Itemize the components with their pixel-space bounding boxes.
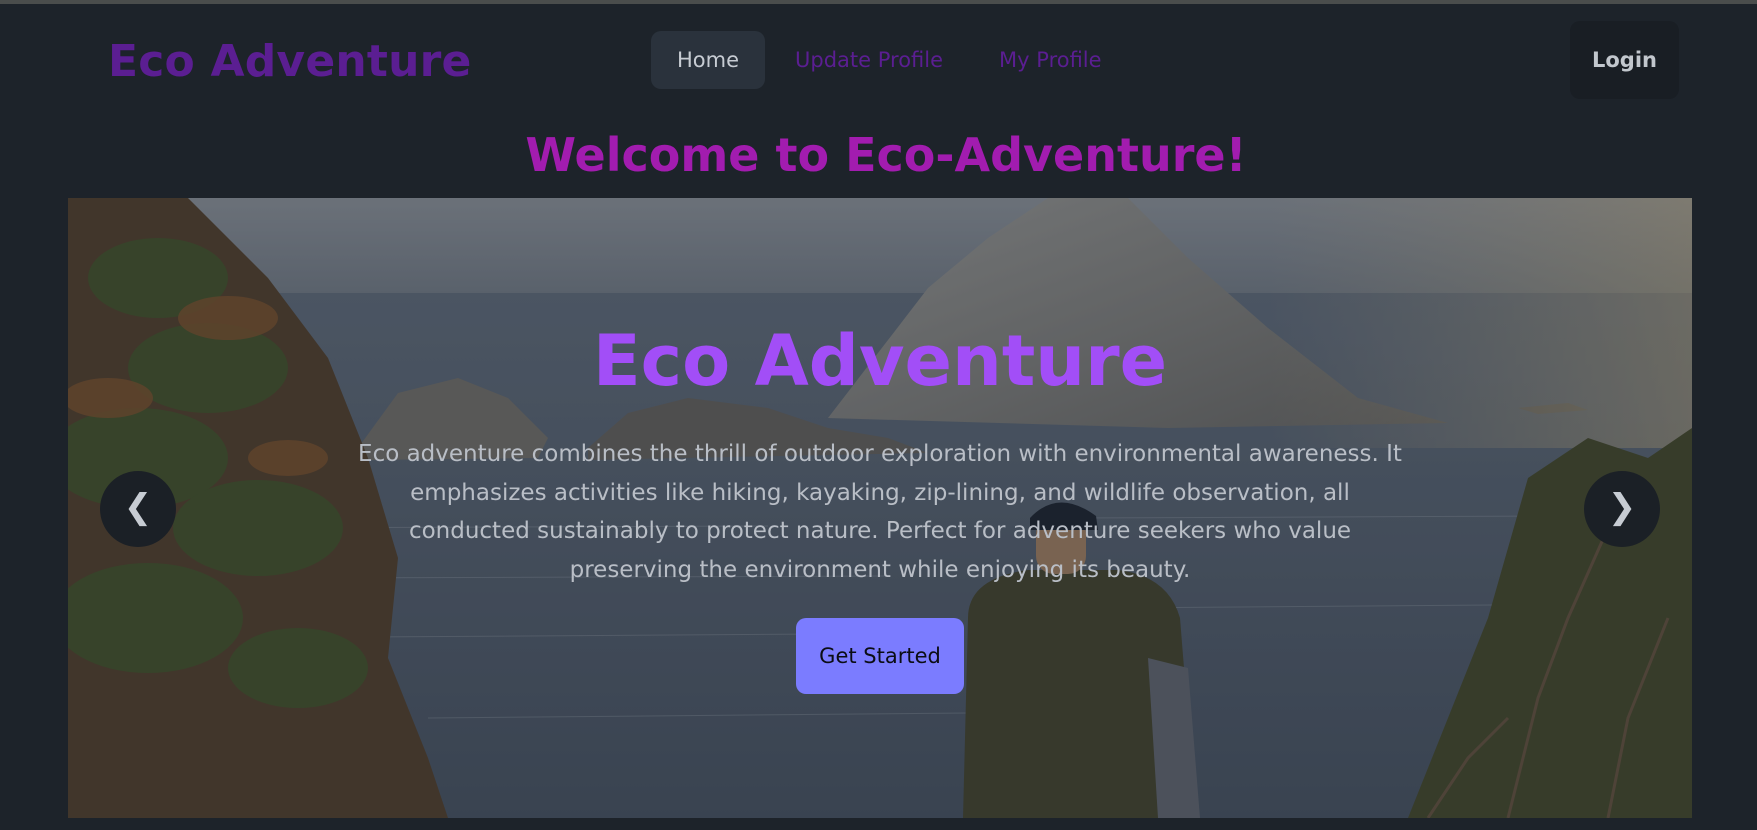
nav-item-my-profile[interactable]: My Profile bbox=[973, 31, 1128, 89]
chevron-left-icon: ❮ bbox=[123, 487, 153, 527]
nav-menu: Home Update Profile My Profile bbox=[651, 31, 1128, 89]
navbar: Eco Adventure Home Update Profile My Pro… bbox=[0, 4, 1757, 118]
carousel-prev-button[interactable]: ❮ bbox=[100, 471, 176, 547]
welcome-heading: Welcome to Eco-Adventure! bbox=[525, 128, 1247, 182]
hero-carousel: Eco Adventure Eco adventure combines the… bbox=[68, 198, 1692, 818]
hero-title: Eco Adventure bbox=[592, 320, 1168, 402]
get-started-button[interactable]: Get Started bbox=[796, 618, 964, 694]
brand-logo-text[interactable]: Eco Adventure bbox=[108, 36, 472, 87]
login-button[interactable]: Login bbox=[1570, 21, 1679, 99]
nav-item-home[interactable]: Home bbox=[651, 31, 766, 89]
chevron-right-icon: ❯ bbox=[1607, 487, 1637, 527]
carousel-next-button[interactable]: ❯ bbox=[1584, 471, 1660, 547]
hero-description: Eco adventure combines the thrill of out… bbox=[358, 441, 1402, 583]
nav-item-update-profile[interactable]: Update Profile bbox=[769, 31, 969, 89]
